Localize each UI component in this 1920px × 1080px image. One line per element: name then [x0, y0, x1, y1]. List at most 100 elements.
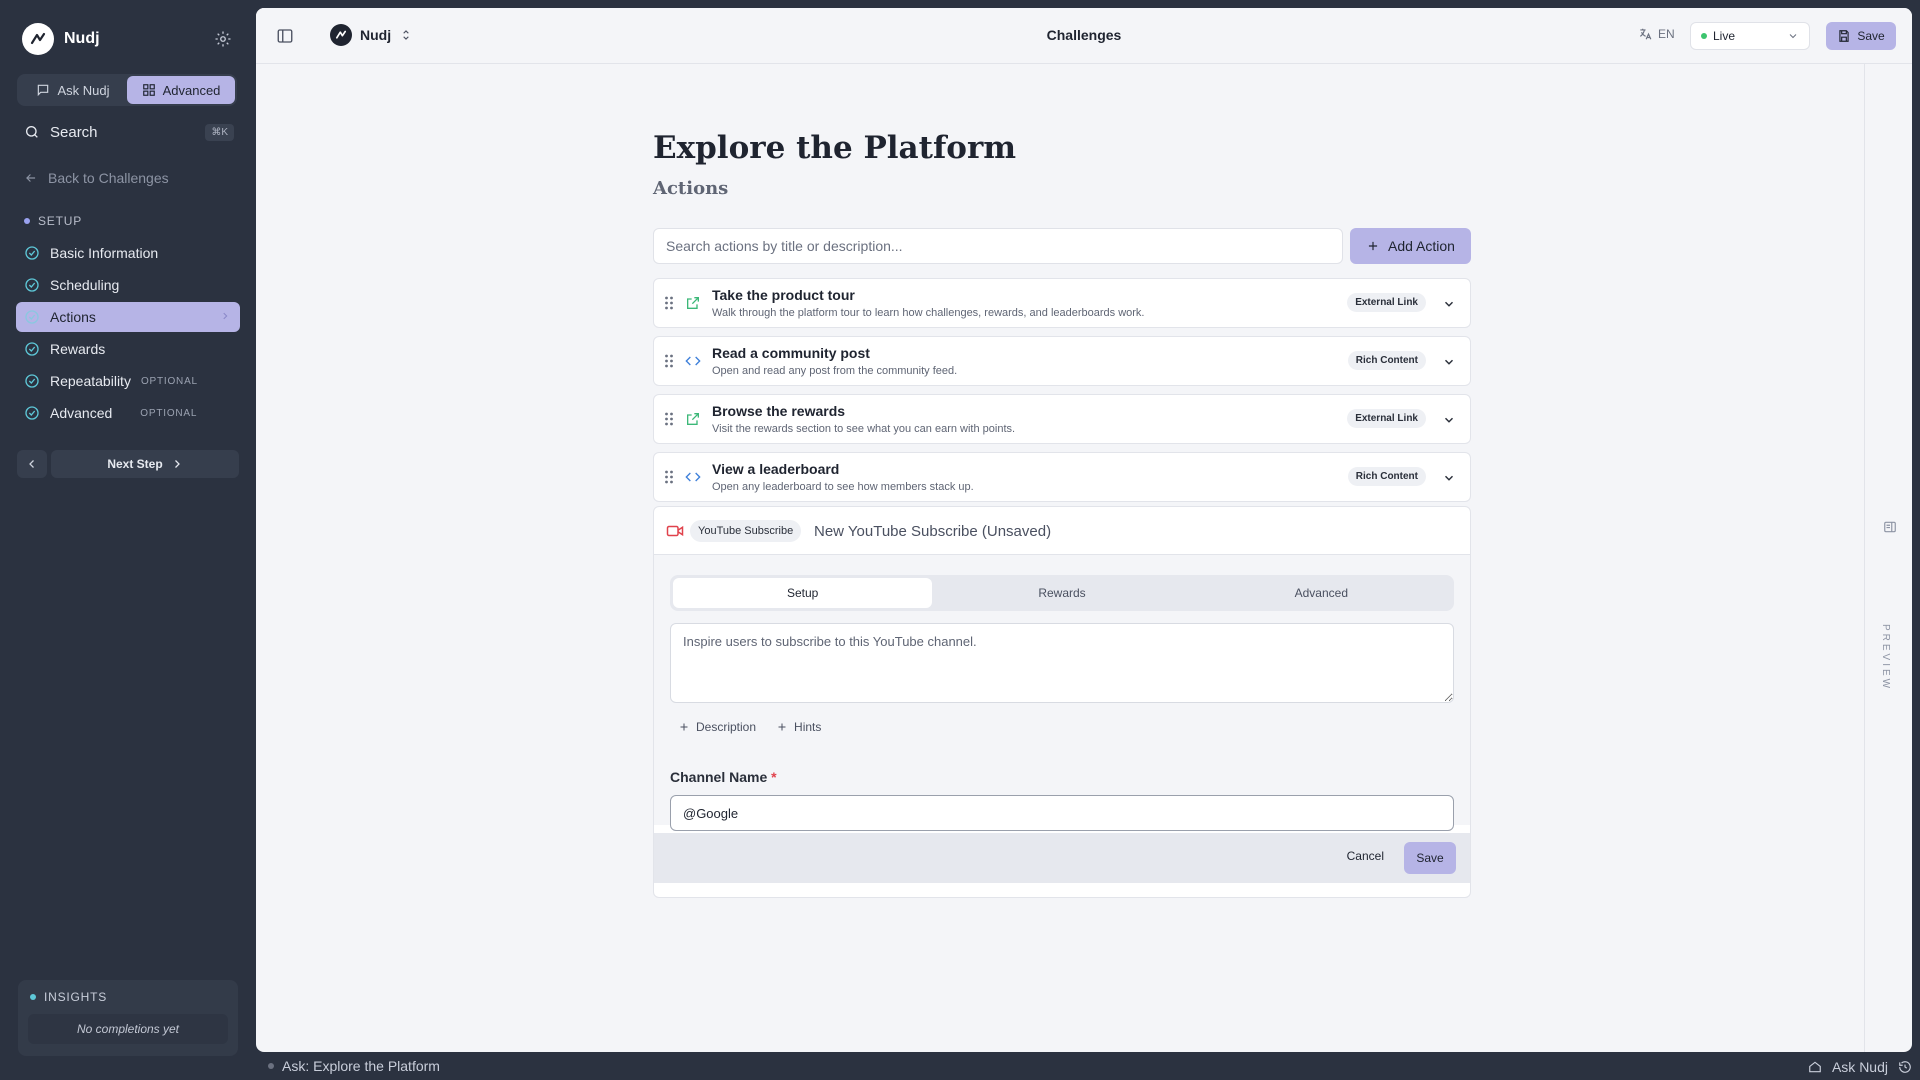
- previous-step-button[interactable]: [17, 450, 47, 478]
- history-icon[interactable]: [1898, 1060, 1912, 1074]
- action-card[interactable]: Browse the rewards Visit the rewards sec…: [653, 394, 1471, 444]
- action-title: Take the product tour: [712, 287, 855, 303]
- sidebar-item-rewards[interactable]: Rewards: [16, 334, 240, 364]
- ask-nudj-button[interactable]: Ask Nudj: [1832, 1059, 1888, 1075]
- plus-icon: [776, 721, 788, 733]
- sidebar-search[interactable]: Search ⌘K: [24, 120, 234, 144]
- sidebar-item-actions[interactable]: Actions: [16, 302, 240, 332]
- editor-tabs: Setup Rewards Advanced: [670, 575, 1454, 611]
- mode-ask-label: Ask Nudj: [57, 82, 110, 98]
- action-type-badge: Rich Content: [1347, 467, 1426, 486]
- channel-name-label: Channel Name *: [670, 769, 777, 785]
- ask-status-dot: [268, 1063, 274, 1069]
- mode-advanced-label: Advanced: [162, 82, 221, 98]
- back-to-challenges-link[interactable]: Back to Challenges: [24, 170, 169, 186]
- sidebar-item-label: Scheduling: [50, 277, 120, 293]
- chevron-down-icon[interactable]: [1442, 297, 1456, 311]
- action-prompt-textarea[interactable]: [670, 623, 1454, 703]
- editor-footer: Cancel Save: [654, 833, 1470, 883]
- action-search-input[interactable]: [653, 228, 1343, 264]
- action-description: Open and read any post from the communit…: [712, 365, 958, 377]
- setup-section-label: SETUP: [38, 214, 83, 228]
- drag-handle-icon[interactable]: [664, 469, 674, 485]
- add-action-button[interactable]: Add Action: [1350, 228, 1471, 264]
- insights-empty-state: No completions yet: [28, 1014, 228, 1044]
- brand[interactable]: Nudj: [22, 23, 100, 55]
- chevron-right-icon: [220, 311, 230, 321]
- mode-ask-button[interactable]: Ask Nudj: [19, 76, 127, 104]
- sidebar-item-basic-information[interactable]: Basic Information: [16, 238, 240, 268]
- mode-advanced-button[interactable]: Advanced: [127, 76, 235, 104]
- chevron-down-icon[interactable]: [1442, 413, 1456, 427]
- action-type-badge: External Link: [1347, 409, 1426, 428]
- mode-toggle: Ask Nudj Advanced: [17, 74, 237, 106]
- chat-bubble-icon: [36, 83, 50, 97]
- add-hints-label: Hints: [794, 720, 822, 734]
- search-icon: [24, 124, 40, 140]
- editor-type-badge: YouTube Subscribe: [690, 520, 802, 542]
- tab-advanced[interactable]: Advanced: [1192, 578, 1451, 608]
- check-circle-icon: [24, 373, 40, 389]
- sidebar-toggle-icon[interactable]: [276, 27, 294, 45]
- ask-context[interactable]: Ask: Explore the Platform: [268, 1058, 440, 1074]
- preview-rail[interactable]: PREVIEW: [1864, 64, 1912, 1052]
- status-select[interactable]: Live: [1690, 22, 1810, 50]
- editor-add-links: Description Hints: [678, 720, 821, 734]
- preview-panel-icon[interactable]: [1883, 520, 1897, 534]
- drag-handle-icon[interactable]: [664, 353, 674, 369]
- sidebar-item-scheduling[interactable]: Scheduling: [16, 270, 240, 300]
- cancel-button[interactable]: Cancel: [1347, 849, 1384, 863]
- next-step-button[interactable]: Next Step: [51, 450, 239, 478]
- section-dot: [24, 218, 30, 224]
- arrow-left-icon: [24, 171, 38, 185]
- setup-section-header: SETUP: [24, 214, 82, 228]
- sidebar-item-label: Basic Information: [50, 245, 159, 261]
- add-description-button[interactable]: Description: [678, 720, 756, 734]
- check-circle-icon: [24, 405, 40, 421]
- next-step-label: Next Step: [107, 457, 163, 471]
- action-type-badge: Rich Content: [1347, 351, 1426, 370]
- channel-name-input[interactable]: [670, 795, 1454, 831]
- setup-nav: Basic Information Scheduling Actions Rew…: [16, 238, 240, 430]
- insights-label: INSIGHTS: [44, 990, 108, 1004]
- code-icon: [685, 469, 701, 485]
- action-card[interactable]: Read a community post Open and read any …: [653, 336, 1471, 386]
- search-shortcut: ⌘K: [205, 123, 234, 141]
- chevron-right-icon: [171, 458, 183, 470]
- drag-handle-icon[interactable]: [664, 295, 674, 311]
- page-subtitle: Actions: [653, 178, 729, 199]
- add-description-label: Description: [696, 720, 757, 734]
- action-title-input[interactable]: [814, 517, 1454, 545]
- page-title: Explore the Platform: [653, 130, 1017, 166]
- action-description: Visit the rewards section to see what yo…: [712, 423, 1016, 435]
- top-save-button[interactable]: Save: [1826, 22, 1896, 50]
- tab-setup[interactable]: Setup: [673, 578, 933, 608]
- external-link-icon: [685, 295, 701, 311]
- save-icon: [1837, 29, 1851, 43]
- add-hints-button[interactable]: Hints: [776, 720, 821, 734]
- tab-rewards[interactable]: Rewards: [932, 578, 1191, 608]
- language-label: EN: [1658, 27, 1675, 41]
- save-action-button[interactable]: Save: [1404, 842, 1456, 874]
- sidebar-item-advanced[interactable]: Advanced OPTIONAL: [16, 398, 240, 428]
- ask-context-label: Ask: Explore the Platform: [282, 1058, 440, 1074]
- step-navigation: Next Step: [17, 450, 239, 478]
- gear-icon[interactable]: [214, 30, 232, 48]
- chevron-down-icon[interactable]: [1442, 355, 1456, 369]
- insights-panel: INSIGHTS No completions yet: [18, 980, 238, 1056]
- action-editor: YouTube Subscribe Setup Rewards Advanced…: [653, 506, 1471, 898]
- action-card[interactable]: Take the product tour Walk through the p…: [653, 278, 1471, 328]
- drag-handle-icon[interactable]: [664, 411, 674, 427]
- insights-dot: [30, 994, 36, 1000]
- back-link-label: Back to Challenges: [48, 170, 169, 186]
- action-card[interactable]: View a leaderboard Open any leaderboard …: [653, 452, 1471, 502]
- sidebar-item-repeatability[interactable]: Repeatability OPTIONAL: [16, 366, 240, 396]
- chevron-down-icon[interactable]: [1442, 471, 1456, 485]
- language-switcher[interactable]: EN: [1638, 27, 1675, 41]
- optional-badge: OPTIONAL: [140, 407, 198, 419]
- preview-label: PREVIEW: [1880, 624, 1891, 692]
- bottom-right-tools: Ask Nudj: [1808, 1059, 1912, 1075]
- action-type-badge: External Link: [1347, 293, 1426, 312]
- org-switcher[interactable]: Nudj: [330, 24, 413, 46]
- editor-header: YouTube Subscribe: [654, 507, 1470, 555]
